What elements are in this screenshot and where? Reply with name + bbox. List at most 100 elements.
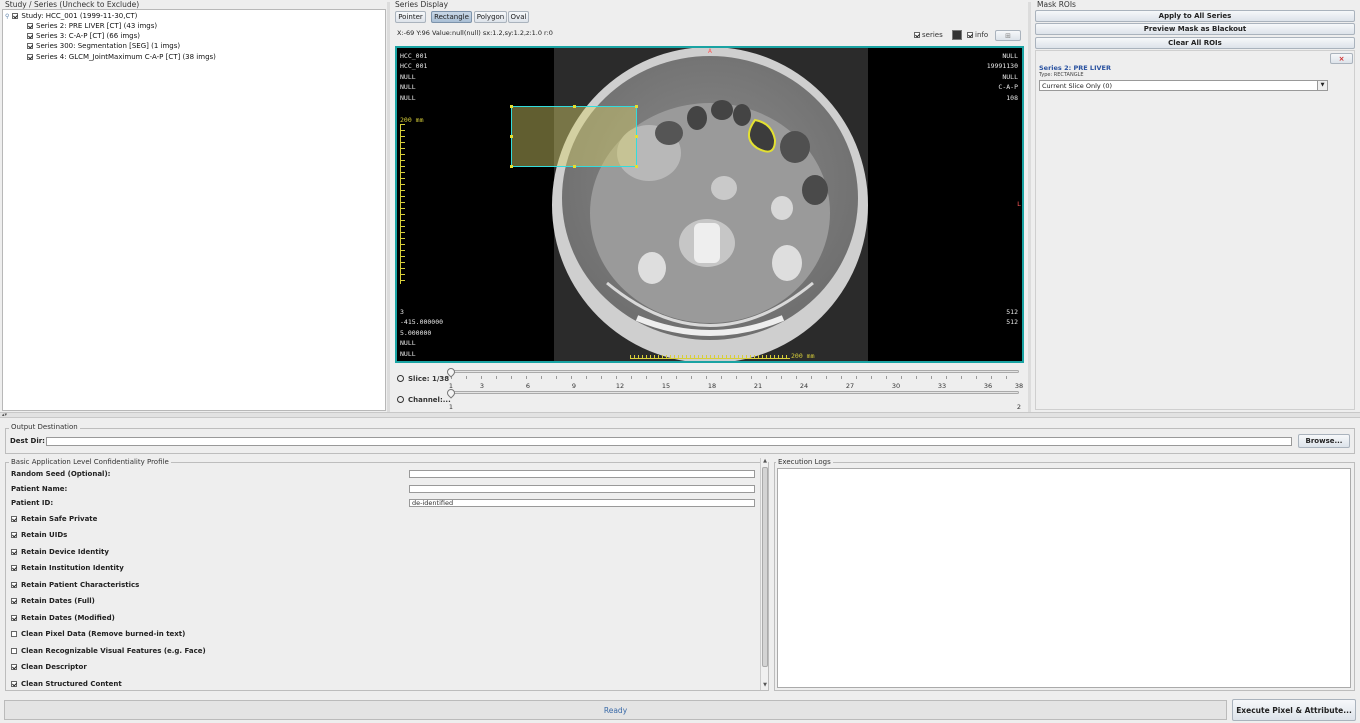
tool-rectangle-button[interactable]: Rectangle — [431, 11, 472, 23]
roi-handle[interactable] — [510, 165, 513, 168]
option-clean-pixel-data[interactable]: Clean Pixel Data (Remove burned-in text) — [11, 630, 185, 638]
overlay-line: 3 — [400, 308, 404, 316]
option-checkbox[interactable] — [11, 532, 17, 538]
info-toggle[interactable]: info — [967, 31, 988, 39]
option-retain-safe-private[interactable]: Retain Safe Private — [11, 515, 97, 523]
tool-oval-button[interactable]: Oval — [508, 11, 529, 23]
tree-series-item[interactable]: Series 4: GLCM_JointMaximum C-A-P [CT] (… — [27, 53, 216, 61]
channel-slider[interactable] — [445, 387, 1021, 401]
roi-handle[interactable] — [635, 165, 638, 168]
tree-series-item[interactable]: Series 300: Segmentation [SEG] (1 imgs) — [27, 42, 180, 50]
option-checkbox[interactable] — [11, 582, 17, 588]
option-checkbox[interactable] — [11, 549, 17, 555]
roi-handle[interactable] — [573, 105, 576, 108]
series-label: Series 2: PRE LIVER [CT] (43 imgs) — [36, 22, 158, 30]
option-retain-dates-modified[interactable]: Retain Dates (Modified) — [11, 614, 115, 622]
overlay-bottom-right: 512 512 — [1006, 307, 1018, 328]
output-title: Output Destination — [9, 423, 80, 431]
option-checkbox[interactable] — [11, 631, 17, 637]
roi-handle[interactable] — [510, 105, 513, 108]
option-checkbox[interactable] — [11, 516, 17, 522]
option-label: Clean Pixel Data (Remove burned-in text) — [21, 630, 186, 638]
close-icon: × — [1338, 54, 1345, 63]
tree-expand-icon[interactable]: ⚲ — [5, 13, 9, 20]
option-retain-uids[interactable]: Retain UIDs — [11, 531, 67, 539]
overlay-line: NULL — [400, 72, 416, 81]
series-checkbox[interactable] — [27, 54, 33, 60]
option-label: Retain Safe Private — [21, 515, 98, 523]
slice-slider[interactable] — [445, 366, 1021, 388]
orientation-right: L — [1017, 200, 1021, 208]
browse-button[interactable]: Browse... — [1298, 434, 1350, 448]
option-retain-institution-identity[interactable]: Retain Institution Identity — [11, 564, 124, 572]
option-label: Retain Device Identity — [21, 548, 109, 556]
option-retain-patient-characteristics[interactable]: Retain Patient Characteristics — [11, 581, 139, 589]
info-toggle-checkbox[interactable] — [967, 32, 973, 38]
patient-name-input[interactable] — [409, 485, 755, 493]
horizontal-split-handle[interactable]: ▴▾ — [0, 412, 1360, 418]
collapse-arrow-icon[interactable]: ▴▾ — [2, 412, 7, 418]
random-seed-input[interactable] — [409, 470, 755, 478]
roi-handle[interactable] — [573, 165, 576, 168]
channel-tick-label: 2 — [1016, 403, 1022, 411]
roi-series-name: Series 2: PRE LIVER — [1039, 64, 1111, 72]
logs-textarea[interactable] — [777, 468, 1351, 688]
option-checkbox[interactable] — [11, 664, 17, 670]
option-clean-structured-content[interactable]: Clean Structured Content — [11, 680, 122, 688]
option-clean-descriptor[interactable]: Clean Descriptor — [11, 663, 87, 671]
scrollbar-thumb[interactable] — [762, 467, 768, 667]
colormap-icon[interactable] — [952, 30, 962, 40]
split-handle-right[interactable] — [1028, 2, 1031, 412]
tool-polygon-button[interactable]: Polygon — [474, 11, 507, 23]
option-retain-device-identity[interactable]: Retain Device Identity — [11, 548, 109, 556]
series-checkbox[interactable] — [27, 23, 33, 29]
option-checkbox[interactable] — [11, 648, 17, 654]
tool-pointer-button[interactable]: Pointer — [395, 11, 426, 23]
option-checkbox[interactable] — [11, 615, 17, 621]
remove-roi-button[interactable]: × — [1330, 53, 1353, 64]
scroll-up-icon[interactable]: ▲ — [761, 458, 769, 466]
channel-spin-icon[interactable] — [397, 396, 404, 403]
overlay-line: 108 — [1006, 93, 1018, 102]
roi-handle[interactable] — [635, 105, 638, 108]
overlay-line: 5.000000 — [400, 328, 432, 337]
series-toggle-checkbox[interactable] — [914, 32, 920, 38]
option-checkbox[interactable] — [11, 565, 17, 571]
overlay-line: -415.000000 — [400, 318, 444, 327]
chevron-down-icon[interactable]: ▼ — [1317, 81, 1327, 90]
tree-series-item[interactable]: Series 3: C-A-P [CT] (66 imgs) — [27, 32, 140, 40]
dest-dir-input[interactable] — [46, 437, 1292, 446]
overlay-bottom-left: 3 -415.000000 5.000000 NULL NULL — [400, 307, 443, 359]
roi-scope-select[interactable]: Current Slice Only (0) ▼ — [1039, 80, 1328, 91]
split-handle-left[interactable] — [387, 2, 390, 412]
option-clean-visual-features[interactable]: Clean Recognizable Visual Features (e.g.… — [11, 647, 206, 655]
apply-all-series-button[interactable]: Apply to All Series — [1035, 10, 1355, 22]
option-checkbox[interactable] — [11, 681, 17, 687]
clear-rois-button[interactable]: Clear All ROIs — [1035, 37, 1355, 49]
roi-handle[interactable] — [635, 135, 638, 138]
tree-study-node[interactable]: ⚲ Study: HCC_001 (1999-11-30,CT) — [5, 12, 137, 20]
series-checkbox[interactable] — [27, 33, 33, 39]
option-checkbox[interactable] — [11, 598, 17, 604]
tree-series-item[interactable]: Series 2: PRE LIVER [CT] (43 imgs) — [27, 22, 157, 30]
series-checkbox[interactable] — [27, 43, 33, 49]
option-retain-dates-full[interactable]: Retain Dates (Full) — [11, 597, 95, 605]
settings-icon[interactable]: ⊞ — [995, 30, 1021, 41]
profile-scrollbar[interactable]: ▲ ▼ — [760, 458, 768, 690]
series-toggle[interactable]: series — [914, 31, 943, 39]
horizontal-ruler-label: 200 mm — [791, 352, 815, 360]
series-tree[interactable]: ⚲ Study: HCC_001 (1999-11-30,CT) Series … — [2, 9, 386, 411]
overlay-top-left: HCC_001 HCC_001 NULL NULL NULL — [400, 51, 427, 103]
tree-title: Study / Series (Uncheck to Exclude) — [5, 0, 140, 9]
patient-id-input[interactable]: de-identified — [409, 499, 755, 507]
slice-spin-icon[interactable] — [397, 375, 404, 382]
execute-button[interactable]: Execute Pixel & Attribute... — [1232, 699, 1356, 721]
preview-mask-button[interactable]: Preview Mask as Blackout — [1035, 23, 1355, 35]
scroll-down-icon[interactable]: ▼ — [761, 682, 769, 690]
overlay-line: HCC_001 — [400, 52, 428, 60]
overlay-line: NULL — [400, 93, 416, 102]
roi-rectangle[interactable] — [510, 105, 638, 168]
study-checkbox[interactable] — [12, 13, 19, 19]
roi-handle[interactable] — [510, 135, 513, 138]
image-viewport[interactable]: HCC_001 HCC_001 NULL NULL NULL NULL 1999… — [395, 46, 1024, 363]
